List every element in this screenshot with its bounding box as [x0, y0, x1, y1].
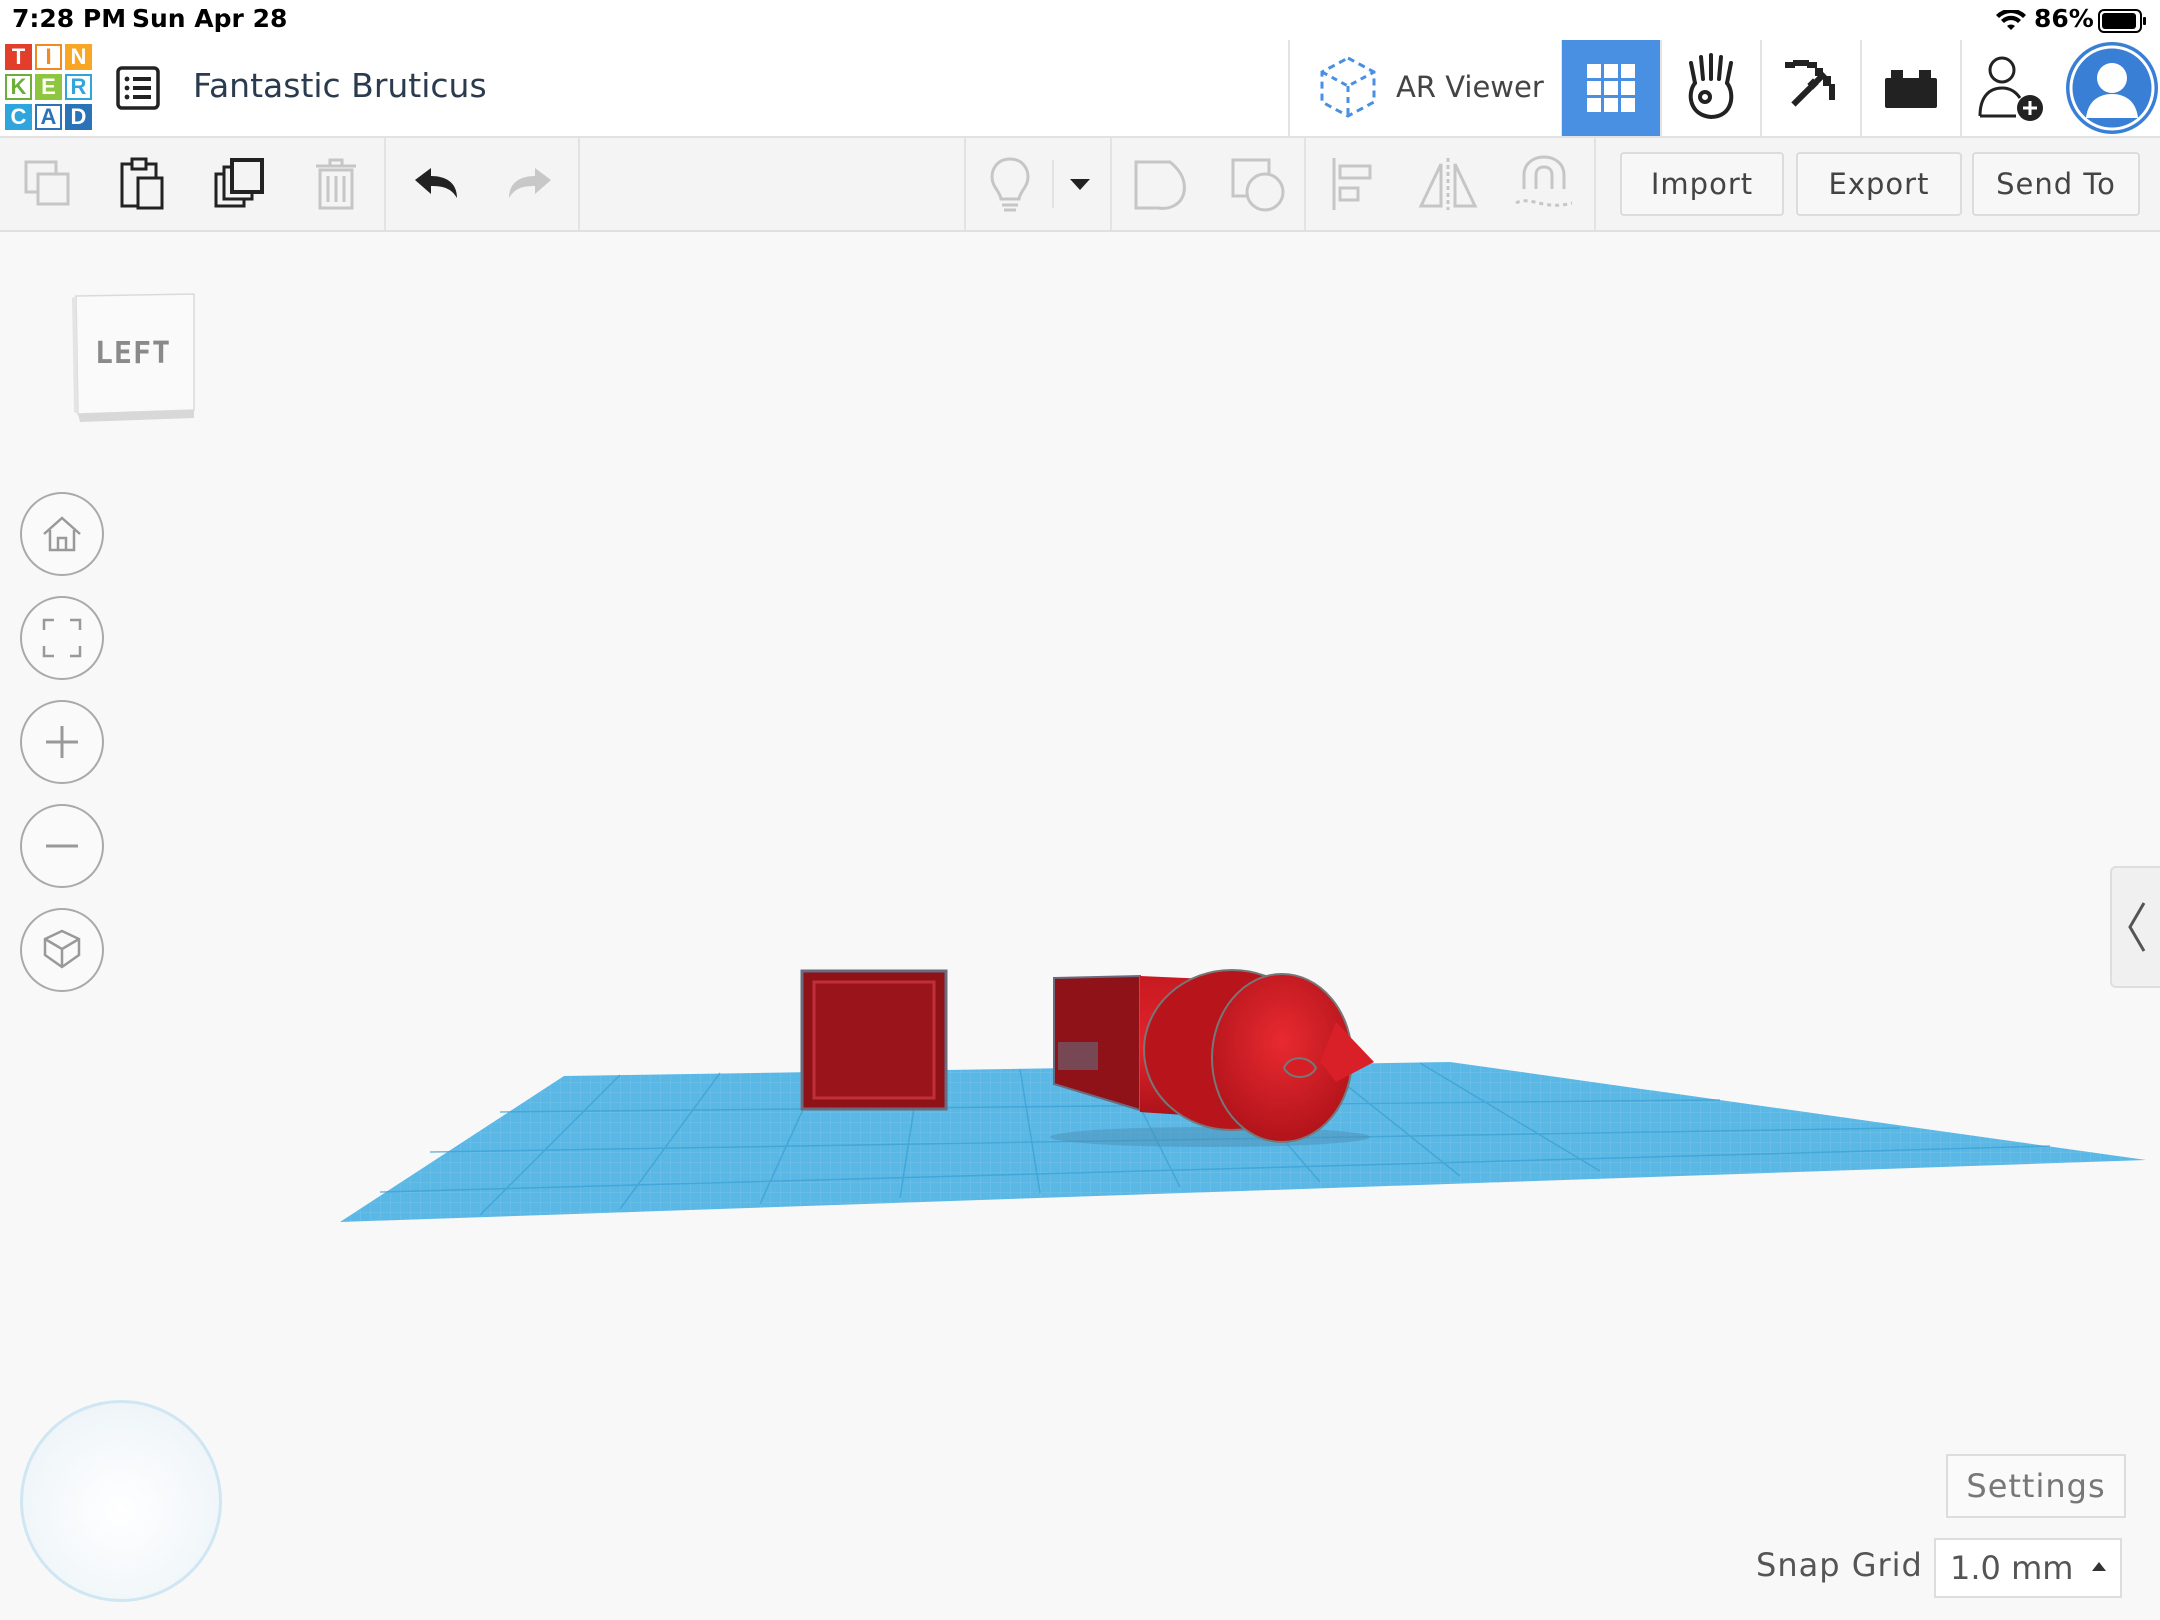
user-avatar[interactable]	[2066, 42, 2158, 134]
logo-letter: K	[5, 74, 32, 100]
align-icon	[1332, 158, 1372, 210]
lightbulb-icon	[990, 157, 1030, 212]
logo-letter: E	[35, 74, 62, 100]
brick-icon	[1885, 70, 1937, 108]
minecraft-view-button[interactable]	[1762, 40, 1860, 136]
red-box-shape[interactable]	[800, 969, 948, 1111]
plus-icon	[46, 726, 78, 758]
send-to-button[interactable]: Send To	[1972, 152, 2140, 216]
design-list-button[interactable]	[110, 60, 166, 116]
divider	[964, 138, 966, 230]
status-time: 7:28 PM	[12, 4, 127, 33]
trash-icon	[316, 158, 356, 210]
redo-button[interactable]	[494, 138, 566, 230]
codeblocks-button[interactable]	[1662, 40, 1760, 136]
grid-icon	[1587, 64, 1635, 112]
battery-percent: 86%	[2034, 4, 2094, 33]
bricks-view-button[interactable]	[1862, 40, 1960, 136]
add-user-icon	[1978, 56, 2043, 121]
home-icon	[43, 516, 81, 552]
rocket-tip-loop	[1282, 1057, 1318, 1078]
duplicate-button[interactable]	[204, 138, 276, 230]
redo-icon	[509, 168, 551, 198]
workplane-viewport[interactable]	[0, 232, 2160, 1620]
duplicate-icon	[214, 158, 264, 208]
logo-letter: D	[65, 104, 92, 130]
user-icon	[2069, 45, 2155, 131]
undo-button[interactable]	[400, 138, 472, 230]
perspective-toggle-button[interactable]	[20, 908, 104, 992]
pickaxe-icon	[1785, 60, 1835, 107]
fit-view-icon	[42, 618, 82, 658]
logo-letter: A	[35, 104, 62, 130]
snap-grid-label: Snap Grid	[1756, 1546, 1923, 1584]
group-button[interactable]	[1126, 138, 1194, 230]
zoom-in-button[interactable]	[20, 700, 104, 784]
battery-icon	[2098, 9, 2146, 33]
chevron-left-icon	[2128, 902, 2146, 952]
divider	[1052, 160, 1054, 208]
export-button[interactable]: Export	[1796, 152, 1962, 216]
navigation-joystick[interactable]	[20, 1400, 222, 1602]
ungroup-icon	[1231, 158, 1285, 212]
wifi-icon	[1996, 10, 2026, 30]
copy-button[interactable]	[12, 138, 84, 230]
show-hide-button[interactable]	[976, 138, 1044, 230]
chevron-down-icon	[1070, 179, 1090, 190]
logo-letter: I	[35, 44, 62, 70]
mirror-button[interactable]	[1414, 138, 1482, 230]
divider	[1594, 138, 1596, 230]
tinkercad-logo[interactable]: T I N K E R C A D	[5, 44, 92, 132]
mirror-icon	[1418, 158, 1478, 210]
rocket-shadow	[1050, 1127, 1370, 1147]
logo-letter: R	[65, 74, 92, 100]
settings-button[interactable]: Settings	[1946, 1454, 2126, 1518]
fit-view-button[interactable]	[20, 596, 104, 680]
rocket-engraved-text	[1058, 1042, 1098, 1070]
ar-cube-icon	[1320, 56, 1376, 118]
home-view-button[interactable]	[20, 492, 104, 576]
ar-viewer-button[interactable]: AR Viewer	[1290, 40, 1560, 136]
group-icon	[1134, 160, 1186, 210]
view-cube-face-label: LEFT	[94, 336, 172, 371]
status-bar: 7:28 PM Sun Apr 28 86%	[0, 0, 2160, 40]
divider	[578, 138, 580, 230]
divider	[1110, 138, 1112, 230]
snap-grid-value: 1.0 mm	[1950, 1549, 2074, 1587]
paste-icon	[120, 157, 164, 210]
copy-icon	[24, 160, 70, 206]
logo-letter: C	[5, 104, 32, 130]
list-icon	[116, 66, 160, 110]
cruise-button[interactable]	[1510, 138, 1578, 230]
invite-collaborator-button[interactable]	[1962, 40, 2060, 136]
magnet-icon	[1515, 155, 1573, 207]
cube-perspective-icon	[43, 929, 81, 969]
logo-letter: T	[5, 44, 32, 70]
design-title[interactable]: Fantastic Bruticus	[193, 66, 487, 105]
minus-icon	[46, 844, 78, 848]
delete-button[interactable]	[300, 138, 372, 230]
divider	[384, 138, 386, 230]
visibility-dropdown[interactable]	[1058, 138, 1102, 230]
status-date: Sun Apr 28	[132, 4, 288, 33]
shapes-panel-toggle[interactable]	[2110, 866, 2160, 988]
view-cube[interactable]: LEFT	[70, 292, 196, 424]
zoom-out-button[interactable]	[20, 804, 104, 888]
ar-viewer-label: AR Viewer	[1396, 70, 1544, 104]
paste-button[interactable]	[106, 138, 178, 230]
codeblocks-creature-icon	[1688, 53, 1734, 120]
app-header: T I N K E R C A D Fantastic Bruticus AR …	[0, 40, 2160, 138]
snap-grid-select[interactable]: 1.0 mm	[1934, 1538, 2122, 1598]
ungroup-button[interactable]	[1224, 138, 1292, 230]
import-button[interactable]: Import	[1620, 152, 1784, 216]
divider	[1304, 138, 1306, 230]
caret-up-icon	[2092, 1562, 2106, 1571]
logo-letter: N	[65, 44, 92, 70]
align-button[interactable]	[1320, 138, 1388, 230]
3d-design-view-button[interactable]	[1562, 40, 1660, 136]
edit-toolbar: Import Export Send To	[0, 138, 2160, 232]
undo-icon	[415, 168, 457, 198]
